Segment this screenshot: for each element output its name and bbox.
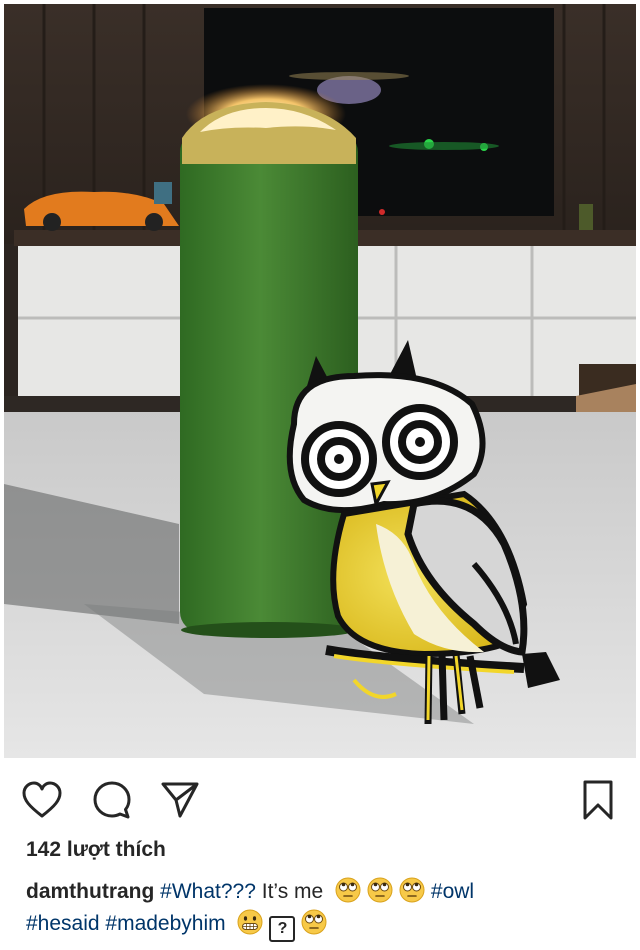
caption-username[interactable]: damthutrang <box>26 880 154 903</box>
grimacing-emoji <box>237 909 263 935</box>
rolling-eyes-emoji <box>335 877 361 903</box>
like-button[interactable] <box>20 778 64 822</box>
comment-button[interactable] <box>90 778 134 822</box>
comment-bubble-icon <box>93 781 131 819</box>
hashtag-hesaid[interactable]: #hesaid <box>26 912 100 935</box>
rolling-eyes-face-icon <box>399 877 425 903</box>
like-count[interactable]: 142 lượt thích <box>26 838 166 862</box>
hashtag-madebyhim[interactable]: #madebyhim <box>105 912 225 935</box>
save-button[interactable] <box>576 778 620 822</box>
paper-plane-icon <box>161 782 199 818</box>
rolling-eyes-face-icon <box>335 877 361 903</box>
bookmark-icon <box>583 780 613 820</box>
heart-icon <box>22 781 62 818</box>
grimacing-face-icon <box>237 909 263 935</box>
rolling-eyes-emoji <box>367 877 393 903</box>
hashtag-what[interactable]: #What??? <box>160 880 256 903</box>
rolling-eyes-emoji <box>399 877 425 903</box>
rolling-eyes-face-icon <box>367 877 393 903</box>
rolling-eyes-emoji <box>301 909 327 935</box>
caption-text: It’s me <box>255 880 324 903</box>
hashtag-owl[interactable]: #owl <box>431 880 474 903</box>
post-action-bar <box>0 758 640 838</box>
instagram-post: 142 lượt thích damthutrang #What??? It’s… <box>0 0 640 950</box>
share-button[interactable] <box>158 778 202 822</box>
post-caption: damthutrang #What??? It’s me #owl #hesai… <box>26 876 626 942</box>
rolling-eyes-face-icon <box>301 909 327 935</box>
post-photo[interactable] <box>4 4 636 758</box>
unknown-glyph-box: ? <box>269 916 296 942</box>
candle-and-owl-photo <box>4 4 636 758</box>
